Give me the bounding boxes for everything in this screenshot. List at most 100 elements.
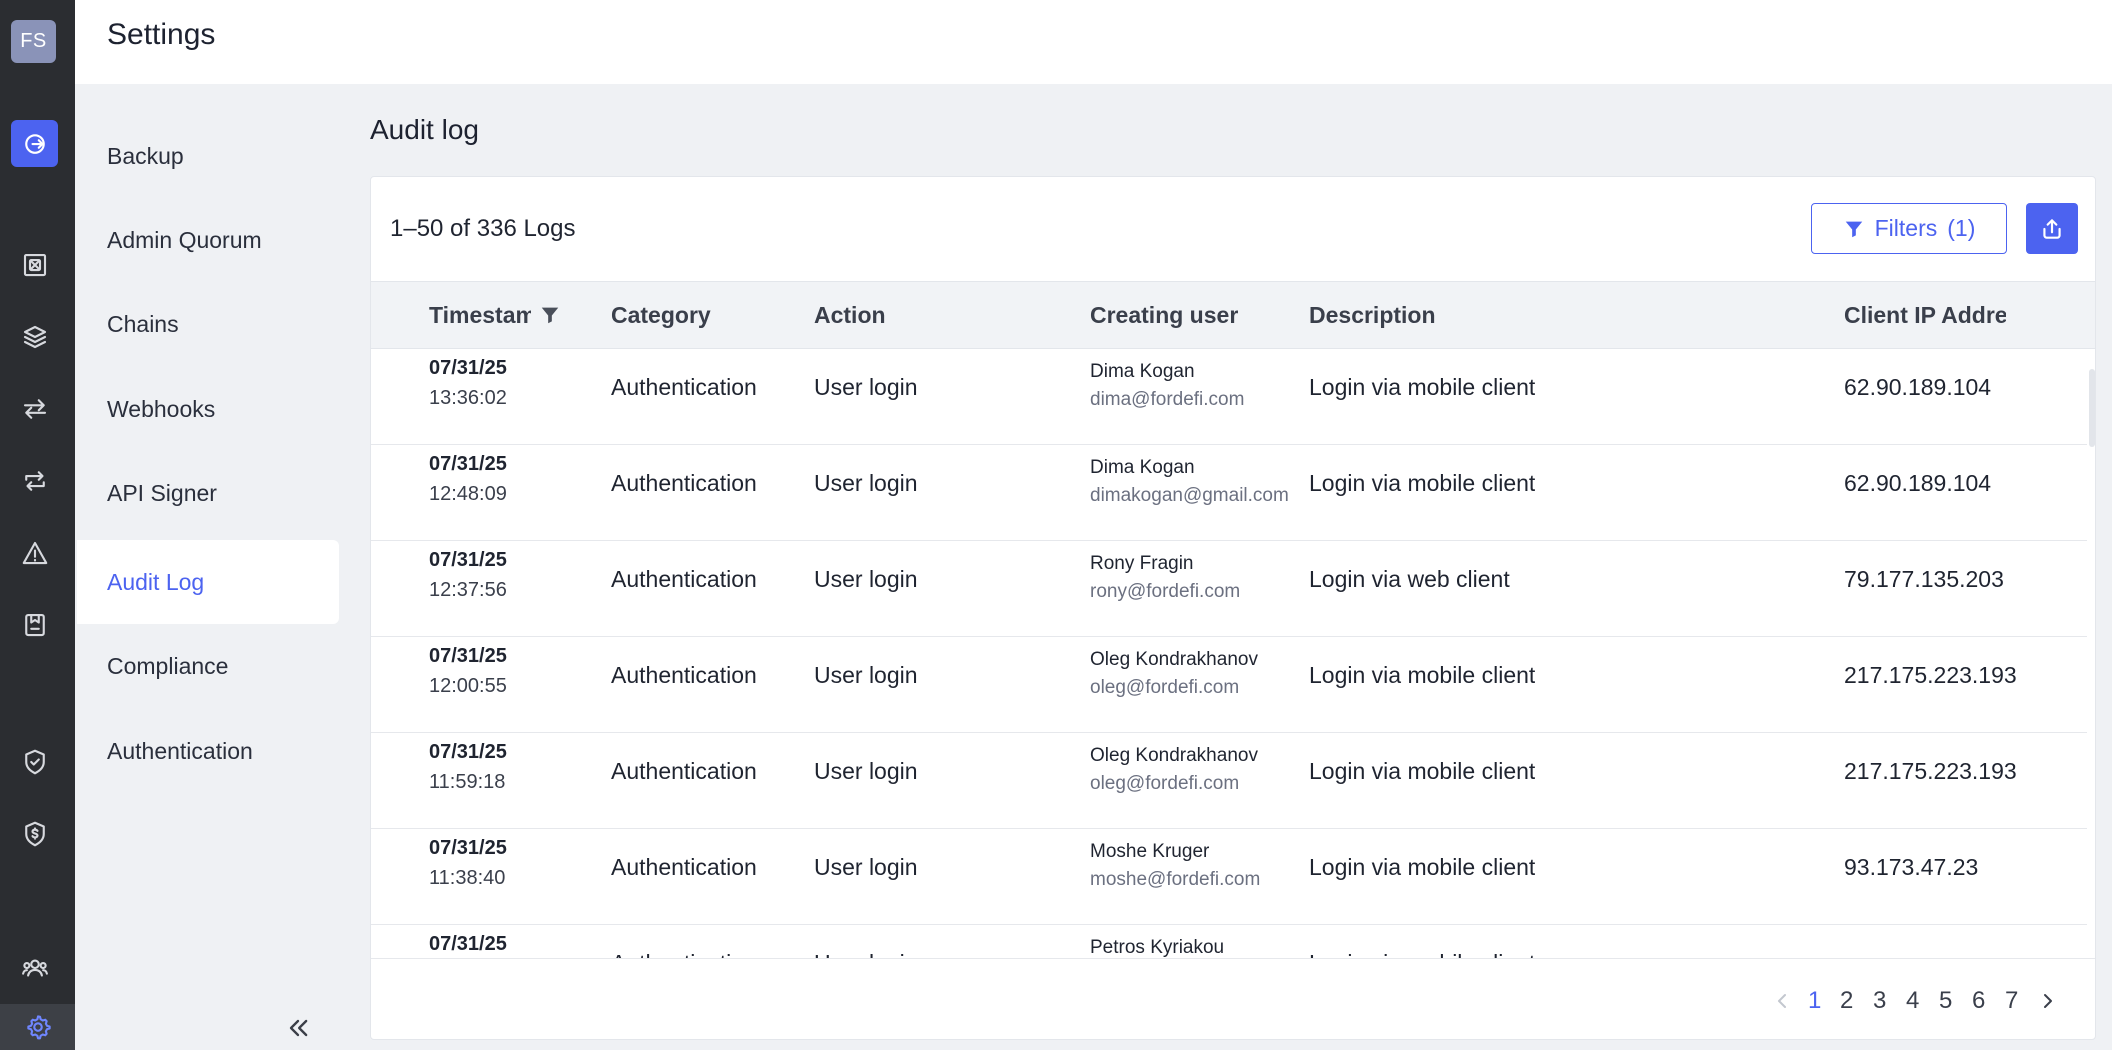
pagination: 1 2 3 4 5 6 7: [371, 958, 2095, 1039]
collapse-sidebar-button[interactable]: [280, 1010, 316, 1046]
export-icon: [2043, 218, 2061, 239]
row-user-email: oleg@fordefi.com: [1090, 677, 1240, 698]
row-user-name: Dima Kogan: [1090, 457, 1195, 478]
row-user-name: Moshe Kruger: [1090, 841, 1210, 862]
subnav-item-api-signer[interactable]: API Signer: [77, 451, 339, 535]
filters-count: (1): [1947, 215, 1976, 241]
row-description: Login via mobile client: [1309, 854, 1536, 880]
shield-dollar-icon[interactable]: [11, 810, 58, 857]
row-time: 11:59:18: [429, 771, 506, 793]
page-7-button[interactable]: 7: [2005, 987, 2018, 1015]
row-user-email: dima@fordefi.com: [1090, 389, 1245, 410]
subnav-item-chains[interactable]: Chains: [77, 282, 339, 366]
row-action: User login: [814, 374, 918, 400]
row-user-email: moshe@fordefi.com: [1090, 869, 1261, 890]
table-row[interactable]: 07/31/25 11:38:40 Authentication User lo…: [371, 829, 2087, 925]
top-bar: Settings: [75, 0, 2112, 84]
filter-icon[interactable]: [539, 304, 561, 326]
row-client-ip: 79.177.135.203: [1844, 566, 2004, 592]
users-icon[interactable]: [11, 944, 58, 991]
row-user-email: dimakogan@gmail.com: [1090, 485, 1289, 506]
address-book-icon[interactable]: [11, 601, 58, 648]
table-row[interactable]: 07/31/25 Authentication User login Petro…: [371, 925, 2087, 958]
gear-icon[interactable]: [0, 1004, 75, 1050]
row-time: 12:48:09: [429, 483, 507, 505]
row-user-email: oleg@fordefi.com: [1090, 773, 1240, 794]
row-time: 12:37:56: [429, 579, 507, 601]
row-description: Login via mobile client: [1309, 470, 1536, 496]
row-category: Authentication: [611, 854, 757, 880]
transfer-icon[interactable]: [11, 385, 58, 432]
row-date: 07/31/25: [429, 453, 507, 475]
row-category: Authentication: [611, 662, 757, 688]
row-description: Login via mobile client: [1309, 374, 1536, 400]
page-1-button[interactable]: 1: [1808, 987, 1821, 1015]
vault-icon[interactable]: [11, 241, 58, 288]
page-6-button[interactable]: 6: [1972, 987, 1985, 1015]
column-header-description[interactable]: Description: [1309, 282, 1809, 348]
row-date: 07/31/25: [429, 645, 507, 667]
scrollbar-thumb[interactable]: [2089, 369, 2095, 447]
export-button[interactable]: [2026, 203, 2078, 254]
row-category: Authentication: [611, 374, 757, 400]
logout-icon[interactable]: [11, 120, 58, 167]
column-header-category[interactable]: Category: [611, 282, 801, 348]
row-client-ip: 62.90.189.104: [1844, 470, 1992, 496]
settings-subnav: Backup Admin Quorum Chains Webhooks API …: [75, 84, 345, 1050]
row-action: User login: [814, 566, 918, 592]
table-row[interactable]: 07/31/25 12:00:55 Authentication User lo…: [371, 637, 2087, 733]
page-2-button[interactable]: 2: [1840, 987, 1853, 1015]
row-time: 13:36:02: [429, 387, 507, 409]
row-user-name: Rony Fragin: [1090, 553, 1194, 574]
row-description: Login via mobile client: [1309, 950, 1535, 958]
subnav-item-backup[interactable]: Backup: [77, 114, 339, 198]
table-scrollbar[interactable]: [2087, 349, 2095, 958]
column-header-client-ip[interactable]: Client IP Addre: [1844, 282, 2006, 348]
subnav-item-authentication[interactable]: Authentication: [77, 709, 339, 793]
table-row[interactable]: 07/31/25 12:48:09 Authentication User lo…: [371, 445, 2087, 541]
subnav-item-admin-quorum[interactable]: Admin Quorum: [77, 198, 339, 282]
double-chevron-left-icon: [289, 1019, 308, 1037]
page-3-button[interactable]: 3: [1873, 987, 1886, 1015]
swap-icon[interactable]: [11, 457, 58, 504]
row-user-name: Oleg Kondrakhanov: [1090, 649, 1258, 670]
table-row[interactable]: 07/31/25 13:36:02 Authentication User lo…: [371, 349, 2087, 445]
row-action: User login: [814, 662, 918, 688]
subnav-item-compliance[interactable]: Compliance: [77, 624, 339, 708]
section-title: Audit log: [370, 114, 479, 145]
filter-icon: [1845, 221, 1862, 237]
policy-check-icon[interactable]: [11, 738, 58, 785]
alert-icon[interactable]: [11, 529, 58, 576]
row-description: Login via web client: [1309, 566, 1510, 592]
next-page-button[interactable]: [2038, 989, 2058, 1013]
column-header-action[interactable]: Action: [814, 282, 1074, 348]
column-header-timestamp[interactable]: Timestam: [429, 282, 604, 348]
filters-button[interactable]: Filters (1): [1811, 203, 2007, 254]
icon-rail: FS: [0, 0, 75, 1050]
page-4-button[interactable]: 4: [1906, 987, 1919, 1015]
page-5-button[interactable]: 5: [1939, 987, 1952, 1015]
row-category: Authentication: [611, 470, 757, 496]
row-date: 07/31/25: [429, 837, 507, 859]
prev-page-button[interactable]: [1772, 989, 1792, 1013]
chevron-right-icon: [2044, 994, 2052, 1008]
subnav-item-webhooks[interactable]: Webhooks: [77, 367, 339, 451]
table-row[interactable]: 07/31/25 12:37:56 Authentication User lo…: [371, 541, 2087, 637]
row-time: 11:38:40: [429, 867, 506, 889]
row-user-name: Oleg Kondrakhanov: [1090, 745, 1258, 766]
row-client-ip: 93.173.47.23: [1844, 854, 1979, 880]
row-category: Authentication: [611, 758, 757, 784]
column-header-creating-user[interactable]: Creating user: [1090, 282, 1300, 348]
log-count: 1–50 of 336 Logs: [390, 215, 576, 242]
row-user-name: Dima Kogan: [1090, 361, 1195, 382]
row-description: Login via mobile client: [1309, 758, 1536, 784]
page-title: Settings: [107, 18, 216, 51]
subnav-item-audit-log[interactable]: Audit Log: [77, 540, 339, 624]
filters-label: Filters: [1874, 215, 1938, 241]
row-action: User login: [814, 854, 918, 880]
row-user-name: Petros Kyriakou: [1090, 937, 1225, 958]
row-client-ip: 217.175.223.193: [1844, 662, 2017, 688]
table-row[interactable]: 07/31/25 11:59:18 Authentication User lo…: [371, 733, 2087, 829]
avatar[interactable]: FS: [11, 20, 56, 63]
layers-icon[interactable]: [11, 313, 58, 360]
